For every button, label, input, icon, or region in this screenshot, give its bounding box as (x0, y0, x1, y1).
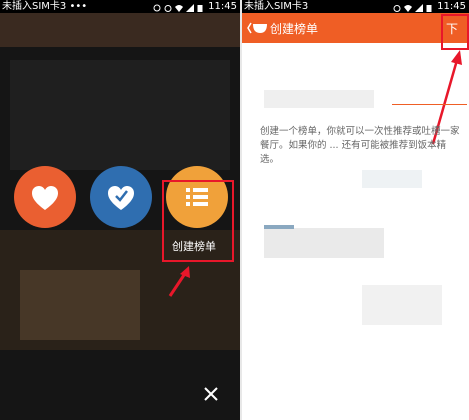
blurred-background (10, 60, 230, 170)
highlight-box (441, 14, 469, 50)
alarm-icon (164, 3, 172, 12)
alarm-icon (393, 3, 401, 12)
status-time: 11:45 (208, 1, 237, 12)
blurred-content (362, 170, 422, 188)
status-time: 11:45 (437, 1, 466, 12)
blurred-content (264, 228, 384, 258)
carrier-text: 未插入SIM卡3 ••• (2, 1, 88, 12)
status-bar: 未插入SIM卡3 ••• 11:45 (0, 0, 240, 13)
close-icon (204, 387, 218, 401)
description-text: 创建一个榜单，你就可以一次性推荐或吐槽一家餐厅。如果你的 ... 还有可能被推荐… (260, 126, 460, 165)
status-icons: 11:45 (393, 0, 466, 13)
back-icon[interactable] (244, 13, 270, 43)
app-header: 创建榜单 下一 (242, 13, 469, 53)
status-icons: 11:45 (153, 0, 237, 13)
recommend-button[interactable] (90, 166, 152, 228)
blurred-content (362, 285, 442, 325)
right-screen: 未插入SIM卡3 11:45 创建榜单 下一 创建一个榜单，你就可以一次性推荐或… (242, 0, 469, 420)
carrier-text: 未插入SIM卡3 (244, 1, 309, 12)
left-screen: 未插入SIM卡3 ••• 11:45 创建榜单 (0, 0, 240, 420)
blurred-background (20, 270, 140, 340)
input-underline (392, 104, 467, 105)
page-title: 创建榜单 (270, 22, 319, 36)
headset-icon (153, 3, 161, 11)
battery-icon (426, 3, 434, 12)
close-button[interactable] (201, 384, 221, 404)
wifi-icon (404, 3, 413, 12)
signal-icon (186, 3, 195, 12)
arrow-annotation (168, 266, 190, 297)
blurred-background (0, 13, 240, 47)
list-name-placeholder (264, 90, 374, 108)
battery-icon (197, 3, 205, 12)
blurred-content (264, 225, 294, 229)
status-bar: 未插入SIM卡3 11:45 (242, 0, 469, 13)
create-list-label: 创建榜单 (172, 240, 216, 253)
heart-check-icon (108, 186, 134, 210)
wifi-icon (175, 3, 184, 12)
signal-icon (415, 3, 424, 12)
heart-icon (32, 186, 58, 210)
like-button[interactable] (14, 166, 76, 228)
